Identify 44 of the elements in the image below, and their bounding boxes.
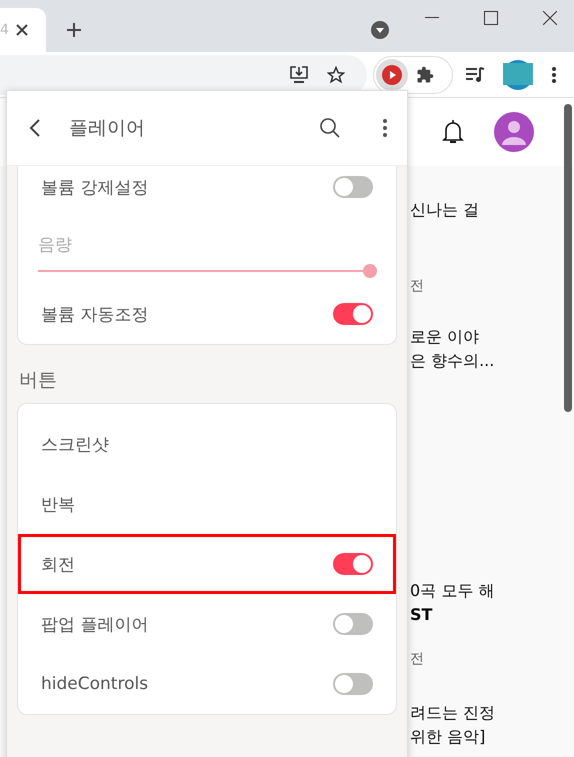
video-title: 로운 이야 [410, 326, 480, 348]
setting-label: hideControls [41, 674, 148, 694]
toggle-switch[interactable] [333, 303, 373, 325]
setting-label: 반복 [41, 494, 75, 516]
play-extension-icon[interactable] [376, 58, 408, 90]
star-icon[interactable] [327, 66, 345, 84]
video-title: 0곡 모두 해 [410, 580, 496, 602]
video-title: 은 향수의... [410, 350, 496, 372]
setting-label: 스크린샷 [41, 434, 109, 456]
toggle-switch[interactable] [333, 613, 373, 635]
bell-icon[interactable] [442, 119, 464, 145]
avatar-icon[interactable] [494, 112, 534, 152]
profile-icon[interactable] [503, 60, 533, 90]
slider-label: 음량 [38, 234, 73, 256]
puzzle-icon[interactable] [416, 66, 434, 84]
maximize-icon[interactable] [484, 11, 498, 25]
install-app-icon[interactable] [289, 66, 309, 84]
search-icon[interactable] [319, 117, 341, 139]
playlist-icon[interactable] [465, 66, 485, 82]
toggle-switch[interactable] [333, 176, 373, 198]
back-icon[interactable] [29, 119, 41, 137]
video-title: 위한 음악] [410, 726, 486, 748]
popup-title: 플레이어 [69, 116, 146, 141]
close-window-icon[interactable] [543, 11, 557, 25]
video-title: 신나는 걸 [410, 199, 480, 221]
video-title: ST [410, 604, 434, 626]
video-title: 려드는 진정 [410, 702, 496, 724]
more-icon[interactable] [383, 119, 387, 137]
video-meta: 전 [410, 277, 425, 296]
setting-label: 볼륨 강제설정 [41, 176, 148, 198]
setting-label: 볼륨 자동조정 [41, 304, 148, 326]
tab-search-icon[interactable] [371, 21, 389, 39]
setting-label: 회전 [41, 554, 75, 576]
minimize-icon[interactable] [425, 17, 439, 19]
toggle-switch[interactable] [333, 553, 373, 575]
tab-title[interactable]: 4 [0, 22, 9, 38]
setting-label: 팝업 플레이어 [41, 614, 148, 636]
toggle-switch[interactable] [333, 673, 373, 695]
section-heading: 버튼 [18, 368, 58, 393]
video-meta: 전 [410, 650, 425, 669]
scrollbar[interactable] [564, 104, 572, 412]
close-tab-icon[interactable] [14, 23, 29, 37]
menu-icon[interactable] [552, 66, 556, 82]
new-tab-icon[interactable] [66, 22, 82, 38]
